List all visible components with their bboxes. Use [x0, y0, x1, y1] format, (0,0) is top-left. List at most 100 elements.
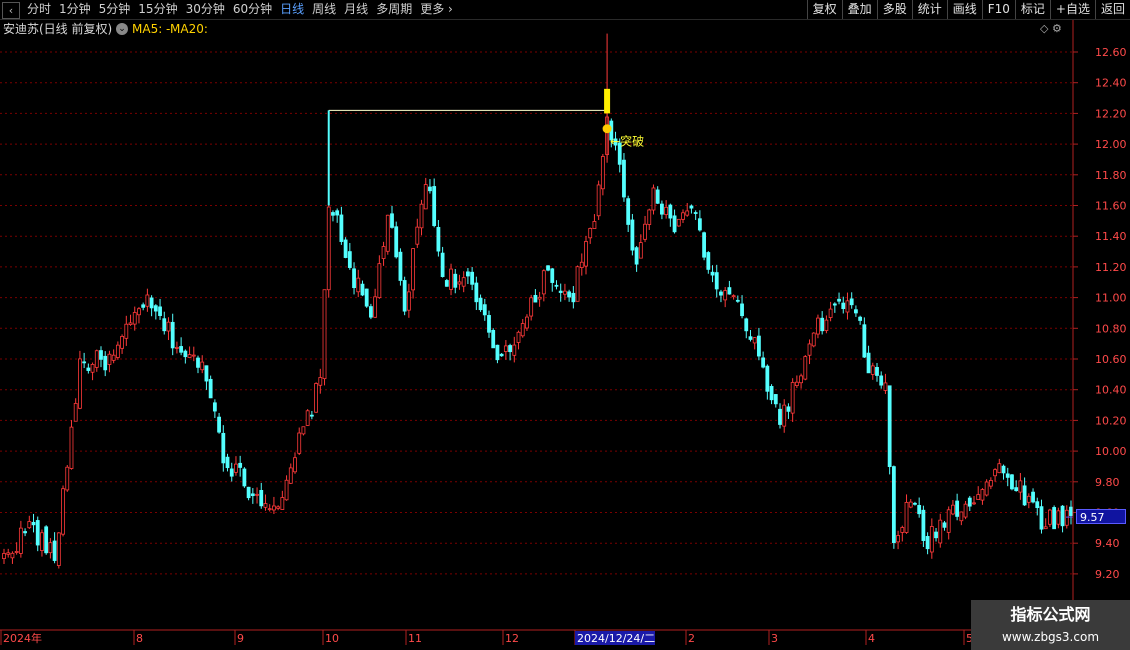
- candle-body: [1039, 506, 1044, 530]
- candle-body: [794, 381, 799, 386]
- candle-body: [993, 469, 997, 477]
- candle-body: [516, 331, 521, 343]
- candle-body: [293, 457, 297, 473]
- y-tick-label: 11.80: [1095, 169, 1127, 182]
- candle-body: [655, 189, 660, 204]
- candle-body: [546, 265, 550, 271]
- candle-body: [364, 288, 369, 307]
- x-tick-label: 2024/12/24/二: [577, 632, 655, 645]
- candle-body: [769, 386, 774, 401]
- candle-body: [799, 375, 803, 384]
- candle-body: [436, 226, 441, 252]
- candle-body: [896, 535, 900, 543]
- y-tick-label: 10.40: [1095, 384, 1127, 397]
- candle-body: [187, 354, 192, 358]
- candle-body: [942, 522, 947, 528]
- candle-body: [183, 350, 188, 358]
- last-price-tag: 9.57: [1076, 509, 1126, 525]
- candle-body: [99, 350, 103, 360]
- candle-body: [61, 488, 65, 535]
- candle-body: [643, 223, 647, 240]
- candle-body: [782, 404, 787, 427]
- y-tick-label: 9.40: [1095, 537, 1120, 550]
- candle-body: [170, 321, 175, 349]
- candle-body: [929, 526, 934, 553]
- candle-body: [803, 356, 808, 380]
- candle-body: [200, 361, 205, 371]
- candle-body: [204, 365, 209, 382]
- candle-body: [428, 186, 432, 192]
- candle-body: [52, 540, 57, 561]
- x-tick-label: 9: [237, 632, 244, 645]
- candle-body: [714, 272, 719, 290]
- x-tick-label: 3: [771, 632, 778, 645]
- candle-body: [90, 364, 95, 373]
- candle-body: [175, 346, 179, 349]
- annotations: ←突破: [327, 33, 1073, 518]
- candle-body: [816, 317, 820, 335]
- candle-body: [390, 213, 394, 228]
- candle-body: [765, 365, 770, 392]
- candle-body: [145, 294, 150, 307]
- candle-body: [744, 318, 749, 332]
- candle-body: [1026, 495, 1031, 503]
- candle-body: [394, 226, 399, 258]
- candle-body: [584, 241, 588, 267]
- candle-body: [221, 432, 226, 464]
- candle-body: [301, 426, 306, 435]
- candle-body: [466, 271, 470, 277]
- candle-body: [748, 336, 753, 340]
- candle-body: [406, 291, 411, 311]
- candle-body: [811, 332, 816, 347]
- candle-body: [955, 500, 960, 517]
- candle-body: [778, 408, 782, 425]
- candle-body: [229, 468, 234, 477]
- y-tick-label: 10.60: [1095, 353, 1127, 366]
- candle-body: [69, 426, 74, 469]
- candle-body: [238, 462, 243, 468]
- candle-body: [128, 322, 133, 325]
- candle-body: [449, 268, 453, 290]
- candle-body: [309, 414, 314, 417]
- candle-body: [537, 296, 542, 300]
- candle-body: [946, 509, 951, 533]
- candle-body: [592, 221, 597, 229]
- candle-body: [773, 394, 778, 405]
- y-tick-label: 11.40: [1095, 230, 1127, 243]
- candle-body: [166, 321, 171, 332]
- candle-body: [259, 490, 264, 507]
- candle-body: [820, 317, 825, 332]
- candle-body: [951, 504, 955, 515]
- candle-body: [647, 209, 652, 225]
- candles: [2, 108, 1073, 569]
- candle-body: [360, 283, 365, 296]
- candle-body: [508, 345, 512, 353]
- candle-body: [1043, 526, 1048, 530]
- candle-body: [132, 312, 137, 325]
- x-tick-label: 2: [688, 632, 695, 645]
- candle-body: [984, 481, 989, 496]
- candle-body: [854, 309, 858, 314]
- candle-body: [1052, 507, 1057, 530]
- candle-body: [1031, 491, 1035, 503]
- candle-body: [272, 505, 276, 511]
- candlestick-chart[interactable]: ←突破 12.60 12.40 12.20 12.00 11.80 11.60 11.40 1…: [0, 0, 1130, 650]
- candle-body: [1010, 474, 1014, 490]
- candle-body: [162, 318, 167, 332]
- candle-body: [959, 511, 964, 522]
- candle-body: [1035, 501, 1040, 509]
- candle-body: [470, 271, 475, 285]
- candle-body: [879, 375, 884, 386]
- candle-body: [622, 159, 626, 198]
- candle-body: [1018, 480, 1023, 493]
- candle-body: [626, 198, 631, 225]
- candle-body: [727, 287, 732, 295]
- candle-body: [921, 509, 926, 541]
- x-tick-label: 10: [325, 632, 339, 645]
- candle-body: [719, 291, 723, 296]
- candle-body: [997, 463, 1002, 474]
- candle-body: [398, 251, 403, 281]
- candle-body: [149, 297, 154, 309]
- candle-body: [65, 466, 70, 491]
- candle-body: [284, 479, 289, 501]
